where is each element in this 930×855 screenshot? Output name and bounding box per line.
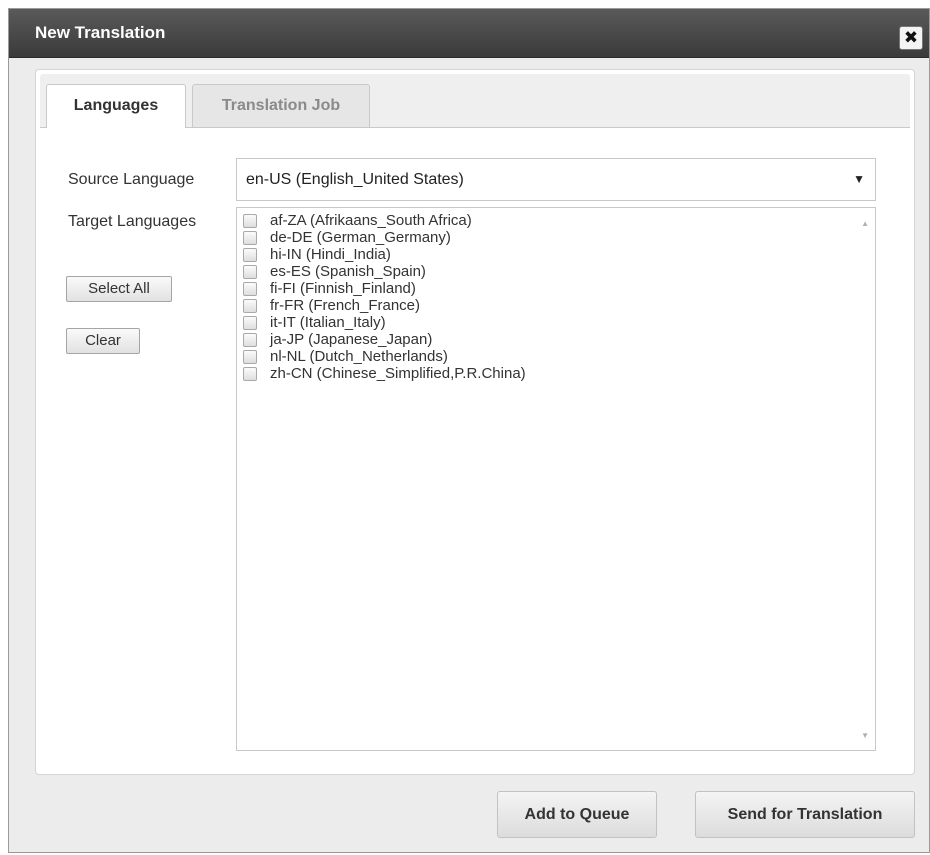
checkbox[interactable] [243,282,257,296]
list-item-label: ja-JP (Japanese_Japan) [270,331,433,348]
checkbox[interactable] [243,367,257,381]
add-to-queue-button[interactable]: Add to Queue [497,791,657,838]
scroll-up-arrow-icon[interactable]: ▲ [861,219,869,228]
checkbox[interactable] [243,265,257,279]
list-item[interactable]: af-ZA (Afrikaans_South Africa) [243,212,823,229]
tab-languages[interactable]: Languages [46,84,186,128]
scroll-down-arrow-icon[interactable]: ▼ [861,731,869,740]
tab-translation-job[interactable]: Translation Job [192,84,370,127]
list-item-label: fr-FR (French_France) [270,297,421,314]
dropdown-arrow-icon: ▼ [853,172,865,186]
close-button[interactable]: ✖ [899,26,923,50]
list-item[interactable]: fr-FR (French_France) [243,297,823,314]
tab-bar: Languages Translation Job [40,74,910,128]
list-item-label: es-ES (Spanish_Spain) [270,263,426,280]
checkbox[interactable] [243,231,257,245]
source-language-label: Source Language [68,171,195,188]
target-languages-label: Target Languages [68,213,197,230]
checkbox[interactable] [243,248,257,262]
target-languages-list[interactable]: af-ZA (Afrikaans_South Africa) de-DE (Ge… [236,207,876,751]
checkbox[interactable] [243,333,257,347]
checkbox[interactable] [243,350,257,364]
dialog-titlebar: New Translation ✖ [9,9,929,58]
send-for-translation-button[interactable]: Send for Translation [695,791,915,838]
list-item[interactable]: hi-IN (Hindi_India) [243,246,823,263]
list-item[interactable]: es-ES (Spanish_Spain) [243,263,823,280]
close-icon: ✖ [903,28,919,47]
list-item-label: zh-CN (Chinese_Simplified,P.R.China) [270,365,526,382]
list-item[interactable]: fi-FI (Finnish_Finland) [243,280,823,297]
checkbox[interactable] [243,299,257,313]
list-item-label: it-IT (Italian_Italy) [270,314,386,331]
list-item-label: nl-NL (Dutch_Netherlands) [270,348,448,365]
list-item[interactable]: it-IT (Italian_Italy) [243,314,823,331]
list-item[interactable]: nl-NL (Dutch_Netherlands) [243,348,823,365]
list-item[interactable]: de-DE (German_Germany) [243,229,823,246]
list-item[interactable]: ja-JP (Japanese_Japan) [243,331,823,348]
content-panel: Languages Translation Job Source Languag… [35,69,915,775]
list-item[interactable]: zh-CN (Chinese_Simplified,P.R.China) [243,365,823,382]
list-item-label: af-ZA (Afrikaans_South Africa) [270,212,472,229]
checkbox[interactable] [243,316,257,330]
dialog-title: New Translation [35,23,166,42]
checkbox[interactable] [243,214,257,228]
new-translation-dialog: New Translation ✖ Languages Translation … [8,8,930,853]
list-item-label: hi-IN (Hindi_India) [270,246,391,263]
source-language-value: en-US (English_United States) [246,171,464,188]
clear-button[interactable]: Clear [66,328,140,354]
select-all-button[interactable]: Select All [66,276,172,302]
list-item-label: fi-FI (Finnish_Finland) [270,280,416,297]
list-item-label: de-DE (German_Germany) [270,229,451,246]
source-language-select[interactable]: en-US (English_United States) ▼ [236,158,876,201]
